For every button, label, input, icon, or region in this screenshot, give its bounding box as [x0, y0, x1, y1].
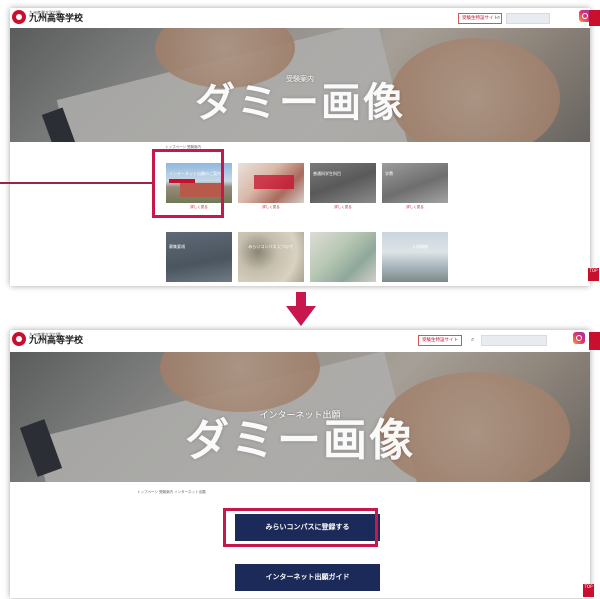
logo-title: 九州高等学校 [29, 13, 84, 24]
exam-site-button[interactable]: 受験生特設サイト [418, 335, 462, 346]
callout-line [0, 182, 153, 184]
highlight-box-button [223, 508, 378, 547]
dummy-image-watermark: ダミー画像 [185, 415, 415, 466]
site-header: 九州産業大学付属 九州高等学校 受験生特設サイト ⌕ [10, 8, 590, 29]
internet-application-guide-button[interactable]: インターネット出願ガイド [235, 564, 380, 591]
search-icon[interactable]: ⌕ [471, 336, 474, 344]
tile-guidelines[interactable]: 募集要項 [166, 232, 232, 282]
search-icon[interactable]: ⌕ [497, 14, 500, 22]
tile-mirai-compass[interactable]: みらいコンパス について [238, 232, 304, 282]
tile-more-link[interactable]: 詳しく見る [310, 205, 376, 210]
tile-label: 募集要項 [169, 244, 185, 249]
tile-label: 入試情報 [412, 244, 428, 249]
tile-label: 普通科学生科目 [313, 171, 341, 176]
back-to-top-button[interactable]: TOP [583, 584, 594, 597]
screenshot-after: 九州産業大学付属 九州高等学校 受験生特設サイト ⌕ インターネット出願 ダミー… [10, 330, 590, 598]
tile-more-link[interactable]: 詳しく見る [382, 205, 448, 210]
search-input[interactable] [506, 13, 550, 24]
tile-label: みらいコンパス について [248, 244, 294, 249]
school-crest-icon [12, 10, 26, 24]
search-input[interactable] [481, 335, 547, 346]
logo-title: 九州高等学校 [29, 335, 84, 346]
site-header: 九州産業大学付属 九州高等学校 受験生特設サイト ⌕ [10, 330, 590, 353]
hero-banner: 受験案内 ダミー画像 [10, 28, 590, 142]
highlight-box-tile [152, 149, 224, 218]
school-logo[interactable]: 九州産業大学付属 九州高等学校 [12, 10, 83, 24]
back-to-top-button[interactable]: TOP [588, 268, 599, 281]
tile-course[interactable]: 普通科学生科目 詳しく見る [310, 163, 376, 213]
instagram-icon[interactable] [573, 332, 585, 344]
breadcrumb: トップページ 受験案内 インターネット出願 [137, 490, 206, 494]
tile-study[interactable] [310, 232, 376, 282]
dummy-image-watermark: ダミー画像 [195, 80, 405, 126]
hero-banner: インターネット出願 ダミー画像 [10, 352, 590, 482]
hamburger-menu-icon[interactable] [589, 332, 600, 350]
tile-tuition[interactable]: 学費 詳しく見る [382, 163, 448, 213]
tile-label: 学費 [385, 171, 393, 176]
tile-event[interactable]: 詳しく見る [238, 163, 304, 213]
screenshot-before: 九州産業大学付属 九州高等学校 受験生特設サイト ⌕ 受験案内 ダミー画像 トッ… [10, 8, 590, 286]
school-logo[interactable]: 九州産業大学付属 九州高等学校 [12, 332, 83, 346]
tile-more-link[interactable]: 詳しく見る [238, 205, 304, 210]
tile-exam-info[interactable]: 入試情報 [382, 232, 448, 282]
school-crest-icon [12, 332, 26, 346]
hamburger-menu-icon[interactable] [589, 10, 600, 26]
exam-site-button[interactable]: 受験生特設サイト [458, 13, 502, 24]
down-arrow-icon [286, 292, 316, 326]
